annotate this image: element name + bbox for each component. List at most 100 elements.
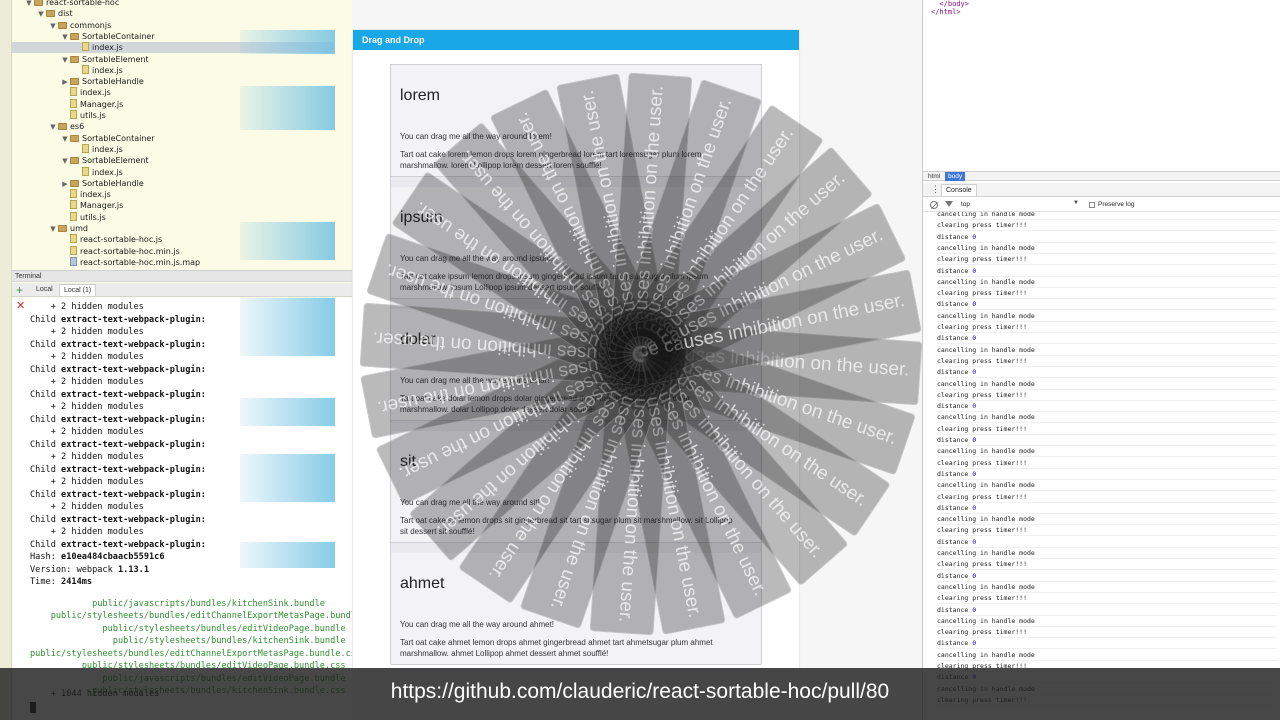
file-icon xyxy=(70,98,77,108)
terminal-tab-local[interactable]: Local xyxy=(32,284,57,296)
clear-console-icon[interactable] xyxy=(930,201,938,209)
console-messages[interactable]: cancelling in handle mode clearing press … xyxy=(923,212,1280,720)
console-message-text: distance xyxy=(937,300,973,309)
console-message: distance 0 xyxy=(937,571,1277,582)
terminal-asset-line: public/javascripts/bundles/kitchenSink.b… xyxy=(30,598,325,609)
drawer-menu-icon[interactable]: ⋮ xyxy=(931,184,940,195)
sortable-item-subtitle: You can drag me all the way around lorem… xyxy=(400,132,552,141)
tab-console[interactable]: Console xyxy=(941,184,977,196)
tree-folder[interactable]: ▼ SortableElement xyxy=(12,155,352,166)
console-message-text: clearing press timer!!! xyxy=(937,526,1028,535)
tree-file[interactable]: index.js xyxy=(12,143,352,155)
console-message: distance 0 xyxy=(937,401,1277,413)
console-message-text: distance xyxy=(937,334,973,343)
sortable-item[interactable]: ahmet You can drag me all the way around … xyxy=(391,553,761,665)
sortable-item[interactable]: sit You can drag me all the way around si… xyxy=(391,431,761,543)
source-line: </body> xyxy=(931,0,969,8)
file-icon xyxy=(70,211,77,221)
tree-folder[interactable]: ▼ dist xyxy=(12,8,352,19)
tree-folder[interactable]: ▼ commonjs xyxy=(12,20,352,31)
sortable-item[interactable]: lorem You can drag me all the way around … xyxy=(391,65,761,177)
terminal-line: Child extract-text-webpack-plugin: xyxy=(30,439,206,451)
terminal-line: + 2 hidden modules xyxy=(30,426,144,438)
context-select[interactable]: top xyxy=(959,200,1079,210)
console-message: clearing press timer!!! xyxy=(937,525,1277,537)
console-message-text: cancelling in handle mode xyxy=(937,650,1035,659)
preserve-log-label: Preserve log xyxy=(1098,201,1135,208)
tree-item-label: commonjs xyxy=(70,20,112,30)
demo-panel-header: Drag and Drop xyxy=(353,30,799,50)
drag-ghost-bar xyxy=(240,222,335,260)
sortable-item-body: Tart oat cake dolar lemon drops dolar gi… xyxy=(400,394,691,414)
terminal-output[interactable]: + 2 hidden modules Child extract-text-web… xyxy=(12,298,352,720)
sortable-list[interactable]: lorem You can drag me all the way around … xyxy=(390,64,762,665)
tree-folder[interactable]: ▼ react-sortable-hoc xyxy=(12,0,352,8)
console-message-text: distance xyxy=(937,436,973,444)
folder-icon xyxy=(58,225,67,232)
new-terminal-icon[interactable]: + xyxy=(16,284,23,296)
terminal-line: Child extract-text-webpack-plugin: xyxy=(30,464,206,476)
console-message: clearing press timer!!! xyxy=(937,458,1277,469)
console-message-text: distance xyxy=(937,639,973,648)
terminal-bold-text: 2414ms xyxy=(61,577,93,587)
terminal-text: Child xyxy=(30,389,62,400)
terminal-bold-text: extract-text-webpack-plugin: xyxy=(61,514,206,525)
sortable-item-subtitle: You can drag me all the way around ahmet… xyxy=(400,620,555,629)
tree-item-label: SortableHandle xyxy=(82,77,144,87)
breadcrumb-html[interactable]: html xyxy=(925,172,943,181)
console-message-text: cancelling in handle mode xyxy=(937,379,1035,388)
tree-item-label: Manager.js xyxy=(80,99,124,109)
terminal-text: + 2 hidden modules xyxy=(30,302,144,312)
console-message: cancelling in handle mode xyxy=(937,412,1277,424)
breadcrumb-body[interactable]: body xyxy=(945,172,966,181)
filter-icon[interactable] xyxy=(945,201,953,207)
terminal-bold-text: extract-text-webpack-plugin: xyxy=(61,339,206,350)
sortable-item-subtitle: You can drag me all the way around dolar… xyxy=(400,376,550,385)
tree-file[interactable]: index.js xyxy=(12,189,352,200)
console-number: 0 xyxy=(972,300,977,309)
console-message: distance 0 xyxy=(937,605,1277,616)
tree-item-label: utils.js xyxy=(80,212,106,222)
console-message: distance 0 xyxy=(937,367,1277,379)
folder-icon xyxy=(70,78,79,86)
console-number: 0 xyxy=(972,537,977,546)
console-message-text: cancelling in handle mode xyxy=(937,311,1035,320)
tree-file[interactable]: index.js xyxy=(12,166,352,178)
tree-folder[interactable]: ▶ SortableHandle xyxy=(12,178,352,189)
sortable-item-title: ahmet xyxy=(400,575,445,592)
terminal-bold-text: extract-text-webpack-plugin: xyxy=(61,414,206,425)
tree-file[interactable]: Manager.js xyxy=(12,200,352,211)
terminal-tab-local-1[interactable]: Local (1) xyxy=(59,284,97,296)
folder-icon xyxy=(70,32,79,40)
tree-item-label: react-sortable-hoc xyxy=(46,0,120,7)
console-message-text: distance xyxy=(937,368,973,377)
tree-item-label: index.js xyxy=(80,88,111,98)
tree-item-label: SortableElement xyxy=(82,54,149,64)
console-message-text: clearing press timer!!! xyxy=(937,594,1028,603)
terminal-text: + 2 hidden modules xyxy=(30,527,144,537)
tree-folder[interactable]: ▼ SortableContainer xyxy=(12,133,352,144)
file-icon xyxy=(82,143,89,153)
terminal-bold-text: extract-text-webpack-plugin: xyxy=(61,439,206,450)
sortable-item-body: Tart oat cake ipsum lemon drops ipsum gi… xyxy=(400,272,709,292)
console-message-text: cancelling in handle mode xyxy=(937,212,1035,218)
drag-ghost-bar xyxy=(240,454,335,502)
close-terminal-icon[interactable]: ✕ xyxy=(16,300,25,312)
tree-file[interactable]: index.js xyxy=(12,64,352,76)
console-message-text: clearing press timer!!! xyxy=(937,356,1028,365)
console-message-text: cancelling in handle mode xyxy=(937,413,1035,422)
tree-folder[interactable]: ▼ SortableElement xyxy=(12,54,352,65)
terminal-line: Version: webpack 1.13.1 xyxy=(30,564,149,576)
console-message-text: distance xyxy=(937,537,973,546)
tree-item-label: dist xyxy=(58,9,73,19)
terminal-text: + 2 hidden modules xyxy=(30,427,144,437)
tree-item-label: index.js xyxy=(92,65,123,75)
tree-item-label: Manager.js xyxy=(80,201,124,211)
video-caption-bar: https://github.com/clauderic/react-sorta… xyxy=(0,668,1280,720)
preserve-log-checkbox[interactable] xyxy=(1089,202,1095,208)
terminal-text: + 2 hidden modules xyxy=(30,477,144,487)
terminal-text: Child xyxy=(30,364,62,375)
sortable-item[interactable]: dolar You can drag me all the way around … xyxy=(391,309,761,421)
console-message: clearing press timer!!! xyxy=(937,220,1277,232)
sortable-item[interactable]: ipsum You can drag me all the way around … xyxy=(391,187,761,299)
